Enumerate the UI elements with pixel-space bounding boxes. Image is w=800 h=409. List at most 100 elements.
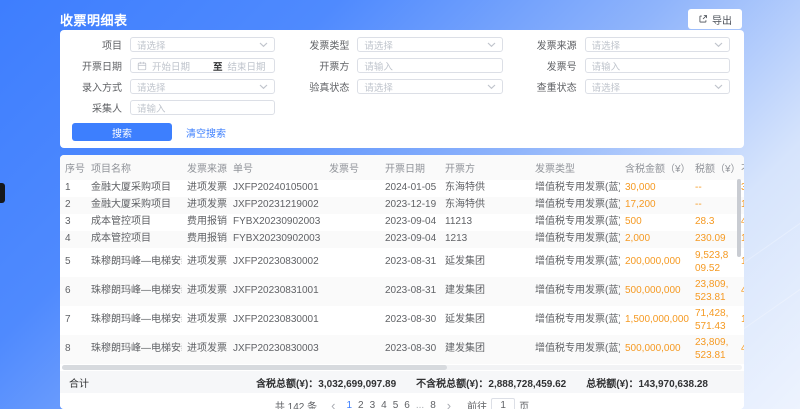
cell-issuer: 东海特供 — [440, 197, 530, 214]
page-number-6[interactable]: 6 — [401, 400, 413, 409]
cell-amount-incl: 1,500,000,000 — [620, 306, 690, 335]
input-placeholder: 请输入 — [137, 101, 268, 115]
cell-issuer: 延发集团 — [440, 306, 530, 335]
invoice-table: 序号项目名称发票来源单号发票号开票日期开票方发票类型含税金额（¥）税额（¥）不含… — [60, 155, 744, 364]
cell-issuer: 1213 — [440, 231, 530, 248]
cell-invoice-no — [324, 306, 380, 335]
date-separator: 至 — [213, 59, 223, 73]
page-number-3[interactable]: 3 — [367, 400, 379, 409]
filter-field: 开票日期开始日期至结束日期 — [70, 58, 275, 73]
filter-label: 发票类型 — [297, 37, 349, 52]
chevron-down-icon — [259, 84, 268, 90]
column-header-issuer: 开票方 — [440, 155, 530, 180]
filter-field: 开票方请输入 — [297, 58, 502, 73]
table-row: 3成本管控项目费用报销FYBX202309020032023-09-041121… — [60, 214, 744, 231]
horizontal-scrollbar[interactable] — [62, 365, 742, 370]
cell-date: 2023-09-04 — [380, 231, 440, 248]
filter-select[interactable]: 请选择 — [357, 37, 502, 52]
clear-search-link[interactable]: 清空搜索 — [186, 125, 226, 140]
cell-type: 增值税专用发票(蓝) — [530, 306, 620, 335]
total-amount-excl: 不含税总额(¥)：2,888,728,459.62 — [416, 375, 566, 390]
cell-project: 珠穆朗玛峰—电梯安装 — [86, 277, 182, 306]
column-header-tax: 税额（¥） — [690, 155, 736, 180]
cell-tax: 28.3 — [690, 214, 736, 231]
filter-field: 查重状态请选择 — [525, 79, 730, 94]
cell-amount-excl: 47 — [736, 335, 744, 364]
cell-source: 进项发票 — [182, 277, 228, 306]
page-jump-input[interactable] — [491, 398, 515, 409]
cell-amount-incl: 500 — [620, 214, 690, 231]
export-button[interactable]: 导出 — [688, 9, 742, 29]
cell-type: 增值税专用发票(蓝) — [530, 248, 620, 277]
cell-issuer: 东海特供 — [440, 180, 530, 197]
cell-date: 2024-01-05 — [380, 180, 440, 197]
input-placeholder: 请输入 — [592, 59, 723, 73]
filter-select[interactable]: 请选择 — [130, 79, 275, 94]
date-range-picker[interactable]: 开始日期至结束日期 — [130, 58, 275, 73]
page-title: 收票明细表 — [60, 10, 128, 29]
filter-select[interactable]: 请选择 — [585, 37, 730, 52]
select-placeholder: 请选择 — [364, 38, 486, 52]
select-placeholder: 请选择 — [137, 38, 259, 52]
cell-date: 2023-09-04 — [380, 214, 440, 231]
cell-order-no: JXFP20230830001 — [228, 306, 324, 335]
cell-type: 增值税专用发票(蓝) — [530, 231, 620, 248]
filter-select[interactable]: 请选择 — [585, 79, 730, 94]
cell-order-no: JXFP20231219002 — [228, 197, 324, 214]
cell-project: 成本管控项目 — [86, 214, 182, 231]
chevron-down-icon — [714, 84, 723, 90]
filter-label: 采集人 — [70, 100, 122, 115]
filter-select[interactable]: 请选择 — [357, 79, 502, 94]
calendar-icon — [137, 61, 147, 71]
filter-label: 开票日期 — [70, 58, 122, 73]
cell-no: 8 — [60, 335, 86, 364]
filter-input[interactable]: 请输入 — [357, 58, 502, 73]
cell-project: 珠穆朗玛峰—电梯安装 — [86, 306, 182, 335]
total-tax: 总税额(¥)：143,970,638.28 — [586, 375, 708, 390]
table-row: 2金融大厦采购项目进项发票JXFP202312190022023-12-19东海… — [60, 197, 744, 214]
cell-invoice-no — [324, 214, 380, 231]
side-drawer-handle[interactable] — [0, 183, 5, 203]
prev-page-button[interactable]: ‹ — [329, 401, 337, 409]
filter-label: 发票号 — [525, 58, 577, 73]
horizontal-scrollbar-thumb[interactable] — [62, 365, 447, 370]
cell-no: 7 — [60, 306, 86, 335]
totals-label: 合计 — [69, 375, 89, 390]
cell-date: 2023-12-19 — [380, 197, 440, 214]
totals-row: 合计 含税总额(¥)：3,032,699,097.89 不含税总额(¥)：2,8… — [60, 371, 744, 393]
search-button[interactable]: 搜索 — [72, 123, 172, 141]
cell-tax: 9,523,809.52 — [690, 248, 736, 277]
chevron-down-icon — [487, 42, 496, 48]
cell-no: 2 — [60, 197, 86, 214]
filter-select[interactable]: 请选择 — [130, 37, 275, 52]
cell-project: 珠穆朗玛峰—电梯安装 — [86, 248, 182, 277]
cell-invoice-no — [324, 277, 380, 306]
table-panel: 序号项目名称发票来源单号发票号开票日期开票方发票类型含税金额（¥）税额（¥）不含… — [60, 155, 744, 409]
page-number-1[interactable]: 1 — [343, 400, 355, 409]
page-number-8[interactable]: 8 — [427, 400, 439, 409]
cell-order-no: JXFP20240105001 — [228, 180, 324, 197]
page-number-2[interactable]: 2 — [355, 400, 367, 409]
filter-field: 发票类型 请选择 — [297, 37, 502, 52]
column-header-order-no: 单号 — [228, 155, 324, 180]
next-page-button[interactable]: › — [445, 401, 453, 409]
filter-input[interactable]: 请输入 — [130, 100, 275, 115]
filter-field: 验真状态请选择 — [297, 79, 502, 94]
filter-label: 项目 — [70, 37, 122, 52]
cell-no: 1 — [60, 180, 86, 197]
cell-source: 进项发票 — [182, 197, 228, 214]
cell-amount-incl: 200,000,000 — [620, 248, 690, 277]
filter-input[interactable]: 请输入 — [585, 58, 730, 73]
input-placeholder: 请输入 — [364, 59, 495, 73]
cell-date: 2023-08-31 — [380, 248, 440, 277]
page-number-5[interactable]: 5 — [390, 400, 402, 409]
column-header-project: 项目名称 — [86, 155, 182, 180]
cell-type: 增值税专用发票(蓝) — [530, 197, 620, 214]
filter-label: 查重状态 — [525, 79, 577, 94]
vertical-scrollbar[interactable] — [737, 179, 741, 257]
cell-order-no: FYBX20230902003 — [228, 231, 324, 248]
chevron-down-icon — [259, 42, 268, 48]
page-number-4[interactable]: 4 — [378, 400, 390, 409]
filter-label: 验真状态 — [297, 79, 349, 94]
filter-field: 发票来源请选择 — [525, 37, 730, 52]
